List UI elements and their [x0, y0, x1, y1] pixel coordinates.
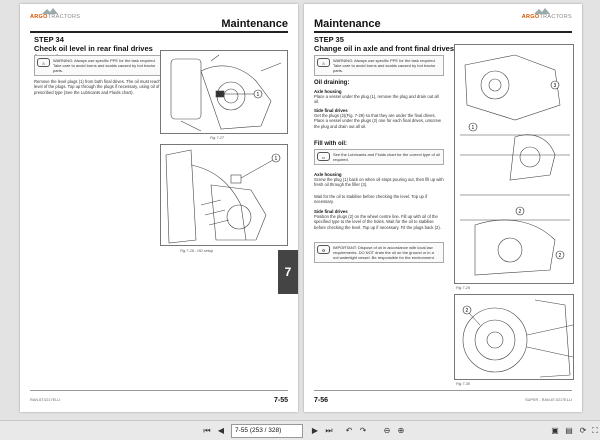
section-tab: 7: [278, 250, 298, 294]
brand-logo: ARGOTRACTORS: [521, 8, 572, 20]
figure-caption: Fig.7-27: [210, 136, 224, 140]
figure-7-29: 1 3 2 2: [454, 44, 574, 284]
pdf-toolbar: ⏮ ◀ 7-55 (253 / 328) ▶ ⏭ ↶ ↷ ⊖ ⊕ ▣ ▤ ⟳ ⛶: [0, 420, 600, 440]
header-divider: [30, 31, 288, 33]
footer-code: SUPER - RAN.6T.0217ELLI: [525, 398, 572, 402]
paragraph: Screw the plug (1) back on when oil stop…: [314, 177, 444, 188]
brand-logo-sub: TRACTORS: [539, 14, 572, 20]
fig-label-2c: 2: [466, 308, 469, 314]
fig-label-1b: 1: [275, 156, 278, 162]
final-drive-hd-illustration: 1: [165, 149, 281, 244]
page-number-field[interactable]: 7-55 (253 / 328): [231, 424, 303, 438]
zoom-out-icon[interactable]: ⊖: [381, 425, 393, 437]
important-text: IMPORTANT: Dispose of oil in accordance …: [333, 245, 435, 260]
recycle-icon: ♻: [317, 245, 330, 254]
prev-page-icon[interactable]: ◀: [215, 425, 227, 437]
warning-text: WARNING: Always use specific PPE for the…: [53, 58, 156, 73]
fit-page-icon[interactable]: ▣: [549, 425, 561, 437]
step-number: STEP 34: [34, 35, 64, 44]
footer-divider: [30, 390, 288, 391]
figure-7-27: 1: [160, 50, 288, 134]
back-icon[interactable]: ↶: [343, 425, 355, 437]
header-divider: [314, 31, 572, 33]
left-page: ARGOTRACTORS Maintenance STEP 34 Check o…: [20, 4, 298, 412]
figure-caption: Fig.7-29: [456, 286, 470, 290]
section-heading: Oil draining:: [314, 80, 350, 86]
next-page-icon[interactable]: ▶: [309, 425, 321, 437]
rear-final-drive-illustration: 1: [170, 54, 282, 132]
step-number: STEP 35: [314, 35, 344, 44]
brand-logo-sub: TRACTORS: [47, 14, 81, 20]
fullscreen-icon[interactable]: ⛶: [589, 425, 600, 437]
fig-label-3: 3: [554, 83, 557, 89]
fit-width-icon[interactable]: ▤: [563, 425, 575, 437]
warning-box: ⚠ WARNING: Always use specific PPE for t…: [314, 55, 444, 76]
first-page-icon[interactable]: ⏮: [201, 425, 213, 437]
figure-caption: Fig.7-30: [456, 382, 470, 386]
front-axle-illustration: 1 3 2 2: [460, 54, 570, 276]
brand-logo-text: ARGO: [521, 14, 540, 20]
fig-label-1: 1: [257, 92, 260, 98]
paragraph: Wait for the oil to stabilise before che…: [314, 194, 428, 205]
figure-caption: Fig.7-28 - HD setup: [180, 249, 214, 253]
warning-text: WARNING: Always use specific PPE for the…: [333, 58, 436, 73]
document-viewer[interactable]: ARGOTRACTORS Maintenance STEP 34 Check o…: [0, 0, 600, 420]
book-icon: ▭: [317, 152, 330, 161]
warning-icon: ⚠: [37, 58, 50, 67]
figure-7-30: 2: [454, 294, 574, 380]
figure-7-28: 1: [160, 144, 288, 246]
page-number: 7-55: [273, 397, 288, 404]
paragraph: Get the plugs (2)(Fig. 7-29) so that the…: [314, 113, 441, 129]
page-header: Maintenance: [314, 18, 381, 30]
footer-divider: [314, 390, 572, 391]
paragraph: Position the plugs (2) on the wheel cent…: [314, 214, 441, 230]
important-box: ♻ IMPORTANT: Dispose of oil in accordanc…: [314, 242, 444, 263]
page-header: Maintenance: [221, 18, 288, 30]
fig-label-2: 2: [519, 209, 522, 215]
brand-logo-text: ARGO: [30, 14, 48, 20]
paragraph: Place a vessel under the plug (1), remov…: [314, 94, 439, 105]
zoom-in-icon[interactable]: ⊕: [395, 425, 407, 437]
forward-icon[interactable]: ↷: [357, 425, 369, 437]
mountain-logo-icon: [42, 8, 58, 14]
section-heading: Fill with oil:: [314, 141, 347, 147]
footer-code: RAN.6T.0217ELLI: [30, 398, 61, 402]
page-number: 7-56: [314, 397, 329, 404]
right-page: Maintenance ARGOTRACTORS STEP 35 Change …: [304, 4, 582, 412]
note-text: See the Lubricants and Fluids chart for …: [333, 152, 440, 162]
fig-label-1: 1: [472, 125, 475, 131]
last-page-icon[interactable]: ⏭: [323, 425, 335, 437]
note-box: ▭ See the Lubricants and Fluids chart fo…: [314, 149, 444, 165]
rotate-icon[interactable]: ⟳: [577, 425, 589, 437]
final-drive-plug-illustration: 2: [462, 299, 574, 378]
instructions-text: Remove the level plugs (1) from both fin…: [34, 79, 168, 95]
brand-logo: ARGOTRACTORS: [30, 8, 81, 20]
mountain-logo-icon: [533, 8, 550, 14]
fig-label-2b: 2: [559, 253, 562, 259]
warning-icon: ⚠: [317, 58, 330, 67]
warning-box: ⚠ WARNING: Always use specific PPE for t…: [34, 55, 169, 76]
